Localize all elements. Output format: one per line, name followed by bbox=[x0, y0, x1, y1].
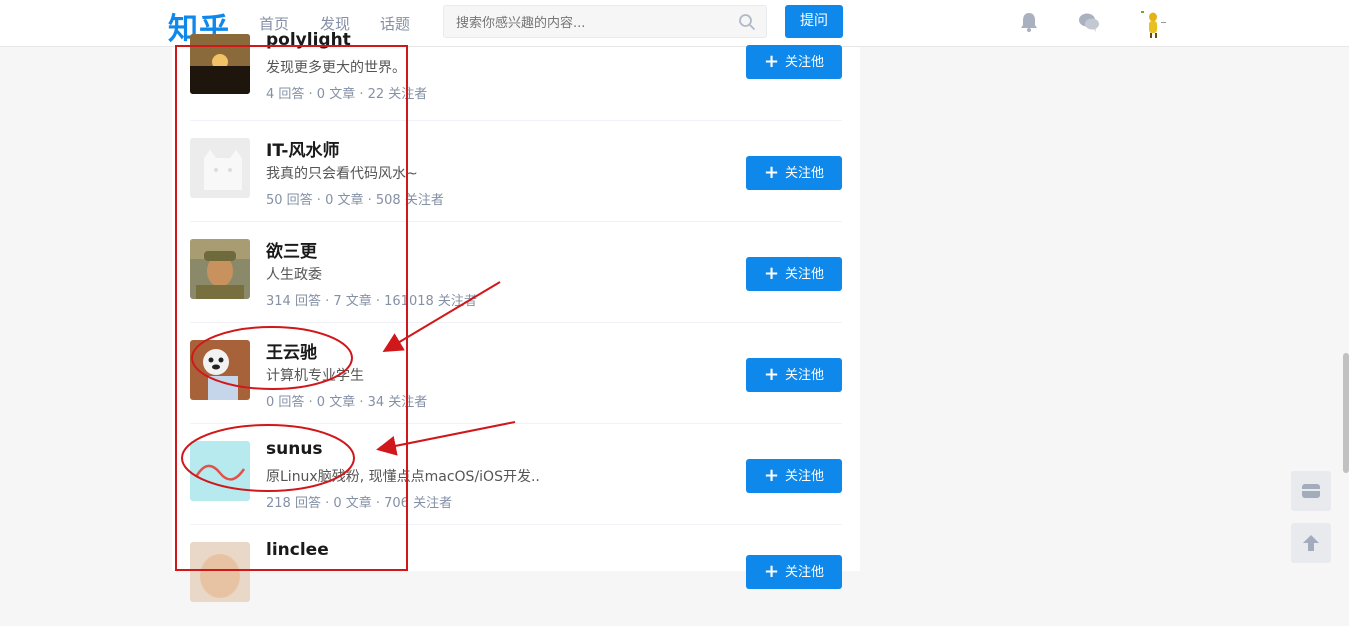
user-stats: 50 回答 · 0 文章 · 508 关注者 bbox=[266, 193, 444, 208]
follow-button[interactable]: + 关注他 bbox=[746, 45, 842, 79]
list-item: 王云驰 计算机专业学生 0 回答 · 0 文章 · 34 关注者 + 关注他 bbox=[190, 323, 842, 424]
user-bio: 计算机专业学生 bbox=[266, 368, 364, 384]
avatar[interactable] bbox=[190, 138, 250, 198]
avatar[interactable] bbox=[190, 34, 250, 94]
bell-icon[interactable] bbox=[1019, 11, 1039, 37]
user-name[interactable]: IT-风水师 bbox=[266, 136, 339, 161]
plus-icon: + bbox=[763, 561, 780, 582]
user-stats: 0 回答 · 0 文章 · 34 关注者 bbox=[266, 395, 428, 410]
user-stats: 218 回答 · 0 文章 · 706 关注者 bbox=[266, 496, 453, 511]
user-name[interactable]: linclee bbox=[266, 540, 329, 560]
user-name[interactable]: 王云驰 bbox=[266, 338, 317, 363]
follow-label: 关注他 bbox=[785, 267, 825, 282]
archive-icon bbox=[1301, 482, 1321, 504]
user-bio: 发现更多更大的世界。 bbox=[266, 60, 406, 76]
arrow-up-icon bbox=[1302, 533, 1320, 557]
follow-label: 关注他 bbox=[785, 55, 825, 70]
follow-label: 关注他 bbox=[785, 565, 825, 580]
follow-label: 关注他 bbox=[785, 469, 825, 484]
scrollbar-thumb[interactable] bbox=[1343, 353, 1349, 473]
user-name[interactable]: sunus bbox=[266, 439, 323, 459]
list-item: polylight 发现更多更大的世界。 4 回答 · 0 文章 · 22 关注… bbox=[190, 20, 842, 121]
follow-label: 关注他 bbox=[785, 368, 825, 383]
feedback-button[interactable] bbox=[1291, 471, 1331, 511]
user-avatar[interactable] bbox=[1137, 7, 1169, 39]
list-item: 欲三更 人生政委 314 回答 · 7 文章 · 161018 关注者 + 关注他 bbox=[190, 222, 842, 323]
follow-button[interactable]: + 关注他 bbox=[746, 555, 842, 589]
user-stats: 314 回答 · 7 文章 · 161018 关注者 bbox=[266, 294, 477, 309]
list-item: linclee + 关注他 bbox=[190, 525, 842, 626]
plus-icon: + bbox=[763, 51, 780, 72]
user-bio: 我真的只会看代码风水~ bbox=[266, 166, 418, 182]
follow-button[interactable]: + 关注他 bbox=[746, 257, 842, 291]
plus-icon: + bbox=[763, 263, 780, 284]
list-item: sunus 原Linux脑残粉, 现懂点点macOS/iOS开发.. 218 回… bbox=[190, 424, 842, 525]
avatar[interactable] bbox=[190, 441, 250, 501]
follow-button[interactable]: + 关注他 bbox=[746, 459, 842, 493]
plus-icon: + bbox=[763, 364, 780, 385]
list-item: IT-风水师 我真的只会看代码风水~ 50 回答 · 0 文章 · 508 关注… bbox=[190, 121, 842, 222]
plus-icon: + bbox=[763, 162, 780, 183]
user-name[interactable]: 欲三更 bbox=[266, 237, 317, 262]
avatar[interactable] bbox=[190, 340, 250, 400]
user-stats: 4 回答 · 0 文章 · 22 关注者 bbox=[266, 87, 428, 102]
follow-label: 关注他 bbox=[785, 166, 825, 181]
follow-button[interactable]: + 关注他 bbox=[746, 156, 842, 190]
plus-icon: + bbox=[763, 465, 780, 486]
follow-button[interactable]: + 关注他 bbox=[746, 358, 842, 392]
user-bio: 原Linux脑残粉, 现懂点点macOS/iOS开发.. bbox=[266, 469, 540, 485]
user-list-card: polylight 发现更多更大的世界。 4 回答 · 0 文章 · 22 关注… bbox=[172, 30, 860, 602]
user-bio: 人生政委 bbox=[266, 267, 322, 283]
back-to-top-button[interactable] bbox=[1291, 523, 1331, 563]
chat-icon[interactable] bbox=[1078, 11, 1100, 37]
avatar[interactable] bbox=[190, 239, 250, 299]
avatar[interactable] bbox=[190, 542, 250, 602]
user-name[interactable]: polylight bbox=[266, 30, 351, 50]
